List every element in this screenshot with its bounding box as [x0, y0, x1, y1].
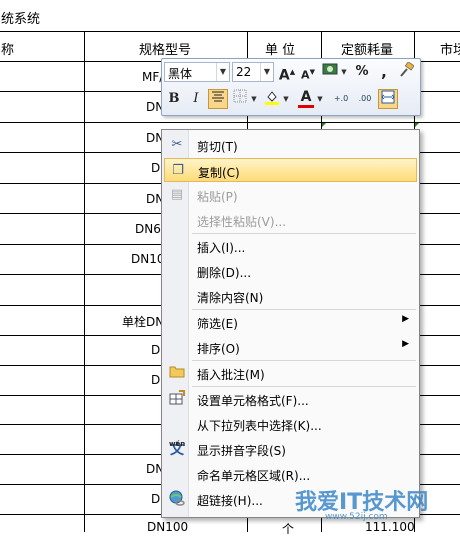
menu-item-show-phonetic[interactable]: wén 文 显示拼音字段(S)	[164, 437, 417, 461]
center-align-button[interactable]	[208, 89, 228, 109]
chevron-down-icon[interactable]: ▼	[260, 63, 273, 81]
align-center-icon	[212, 91, 224, 102]
submenu-arrow-icon: ▶	[402, 314, 409, 324]
mini-toolbar-row-1: 黑体 ▼ 22 ▼ A▲ A▼ ▼ % ,	[164, 60, 418, 84]
grid-col-line	[84, 31, 85, 532]
increase-decimal-button[interactable]: +.0	[330, 89, 352, 109]
chevron-down-icon[interactable]: ▼	[316, 89, 324, 109]
font-color-swatch	[298, 105, 314, 108]
borders-button[interactable]	[230, 89, 250, 109]
sheet-title: 统系统	[1, 12, 41, 27]
menu-item-delete[interactable]: 删除(D)...	[164, 259, 417, 283]
spec-cell[interactable]: 单栓DN	[122, 313, 164, 330]
menu-item-pick-from-list[interactable]: 从下拉列表中选择(K)...	[164, 412, 417, 436]
borders-icon	[233, 89, 247, 103]
shrink-font-button[interactable]: A▼	[298, 62, 318, 82]
currency-icon	[322, 63, 338, 75]
format-painter-button[interactable]	[396, 61, 416, 82]
paste-icon: ▤	[170, 187, 184, 202]
comma-style-button[interactable]: ,	[374, 62, 394, 82]
font-size-combo[interactable]: 22 ▼	[232, 62, 274, 82]
chevron-down-icon[interactable]: ▼	[216, 63, 229, 81]
merge-cells-icon	[381, 90, 395, 104]
grow-font-button[interactable]: A▲	[277, 62, 297, 84]
menu-item-insert[interactable]: 插入(I)...	[164, 234, 417, 258]
header-quota[interactable]: 定额耗量	[341, 39, 393, 58]
font-size-value: 22	[236, 65, 252, 79]
bold-button[interactable]: B	[164, 89, 184, 109]
menu-item-label: 插入(I)...	[197, 241, 246, 255]
italic-button[interactable]: I	[186, 89, 206, 109]
accounting-format-button[interactable]	[320, 62, 340, 82]
site-watermark: 我爱IT技术网 www.52ij.com	[285, 482, 455, 530]
menu-item-label: 复制(C)	[198, 166, 240, 180]
decrease-decimal-button[interactable]: .00	[354, 89, 376, 109]
header-name[interactable]: 称	[1, 39, 14, 58]
menu-item-sort[interactable]: 排序(O) ▶	[164, 335, 417, 359]
menu-item-label: 从下拉列表中选择(K)...	[197, 419, 322, 433]
grow-font-icon: A	[278, 67, 290, 84]
menu-item-label: 粘贴(P)	[197, 190, 238, 204]
grid-row-line	[0, 122, 460, 123]
header-market[interactable]: 市场	[440, 39, 460, 58]
menu-item-label: 删除(D)...	[197, 266, 252, 280]
menu-item-label: 设置单元格格式(F)...	[197, 394, 309, 408]
chevron-down-icon[interactable]: ▼	[250, 89, 258, 109]
context-menu: ✂ 剪切(T) ❐ 复制(C) ▤ 粘贴(P) 选择性粘贴(V)... 插入(I…	[161, 129, 420, 518]
menu-item-paste[interactable]: ▤ 粘贴(P)	[164, 183, 417, 207]
font-name-value: 黑体	[168, 67, 193, 81]
fill-bucket-icon	[265, 91, 279, 105]
font-name-combo[interactable]: 黑体 ▼	[164, 62, 230, 82]
menu-item-label: 排序(O)	[197, 342, 240, 356]
format-cells-icon	[168, 390, 186, 408]
cut-icon: ✂	[171, 137, 183, 152]
font-color-icon: A	[300, 89, 312, 105]
comment-folder-icon	[168, 364, 186, 382]
shrink-font-icon: A	[301, 68, 310, 82]
font-color-button[interactable]: A	[296, 89, 316, 109]
cell-error-indicator	[415, 123, 419, 127]
menu-item-label: 清除内容(N)	[197, 291, 264, 305]
header-unit[interactable]: 单 位	[265, 39, 295, 58]
menu-item-label: 超链接(H)...	[197, 494, 263, 508]
menu-item-clear-contents[interactable]: 清除内容(N)	[164, 284, 417, 308]
hyperlink-icon	[168, 490, 186, 508]
format-painter-icon	[400, 61, 415, 77]
menu-item-label: 插入批注(M)	[197, 368, 265, 382]
phonetic-icon: wén 文	[168, 440, 186, 458]
menu-item-label: 筛选(E)	[197, 317, 238, 331]
copy-icon: ❐	[172, 163, 184, 178]
menu-item-cut[interactable]: ✂ 剪切(T)	[164, 133, 417, 157]
mini-format-toolbar: 黑体 ▼ 22 ▼ A▲ A▼ ▼ % , B I ▼ ▼ A ▼ +.0 .0…	[161, 58, 421, 116]
mini-toolbar-row-2: B I ▼ ▼ A ▼ +.0 .00	[164, 87, 418, 111]
menu-item-copy[interactable]: ❐ 复制(C)	[164, 158, 417, 182]
spec-cell[interactable]: DN10	[131, 252, 165, 266]
menu-item-paste-special[interactable]: 选择性粘贴(V)...	[164, 208, 417, 232]
header-spec[interactable]: 规格型号	[139, 39, 191, 58]
menu-item-label: 显示拼音字段(S)	[197, 444, 286, 458]
sheet-title-row: 统系统	[0, 0, 460, 32]
percent-style-button[interactable]: %	[352, 62, 372, 82]
chevron-down-icon[interactable]: ▼	[282, 89, 290, 109]
submenu-arrow-icon: ▶	[402, 339, 409, 349]
menu-item-label: 剪切(T)	[197, 140, 238, 154]
phonetic-pinyin: wén	[169, 440, 186, 448]
menu-item-insert-comment[interactable]: 插入批注(M)	[164, 361, 417, 385]
menu-item-filter[interactable]: 筛选(E) ▶	[164, 310, 417, 334]
fill-color-button[interactable]	[262, 89, 282, 109]
watermark-url: www.52ij.com	[325, 512, 388, 522]
menu-item-label: 选择性粘贴(V)...	[197, 215, 287, 229]
cell-error-indicator	[322, 123, 326, 127]
menu-item-format-cells[interactable]: 设置单元格格式(F)...	[164, 387, 417, 411]
chevron-down-icon[interactable]: ▼	[340, 62, 348, 82]
merge-center-button[interactable]	[378, 89, 398, 109]
